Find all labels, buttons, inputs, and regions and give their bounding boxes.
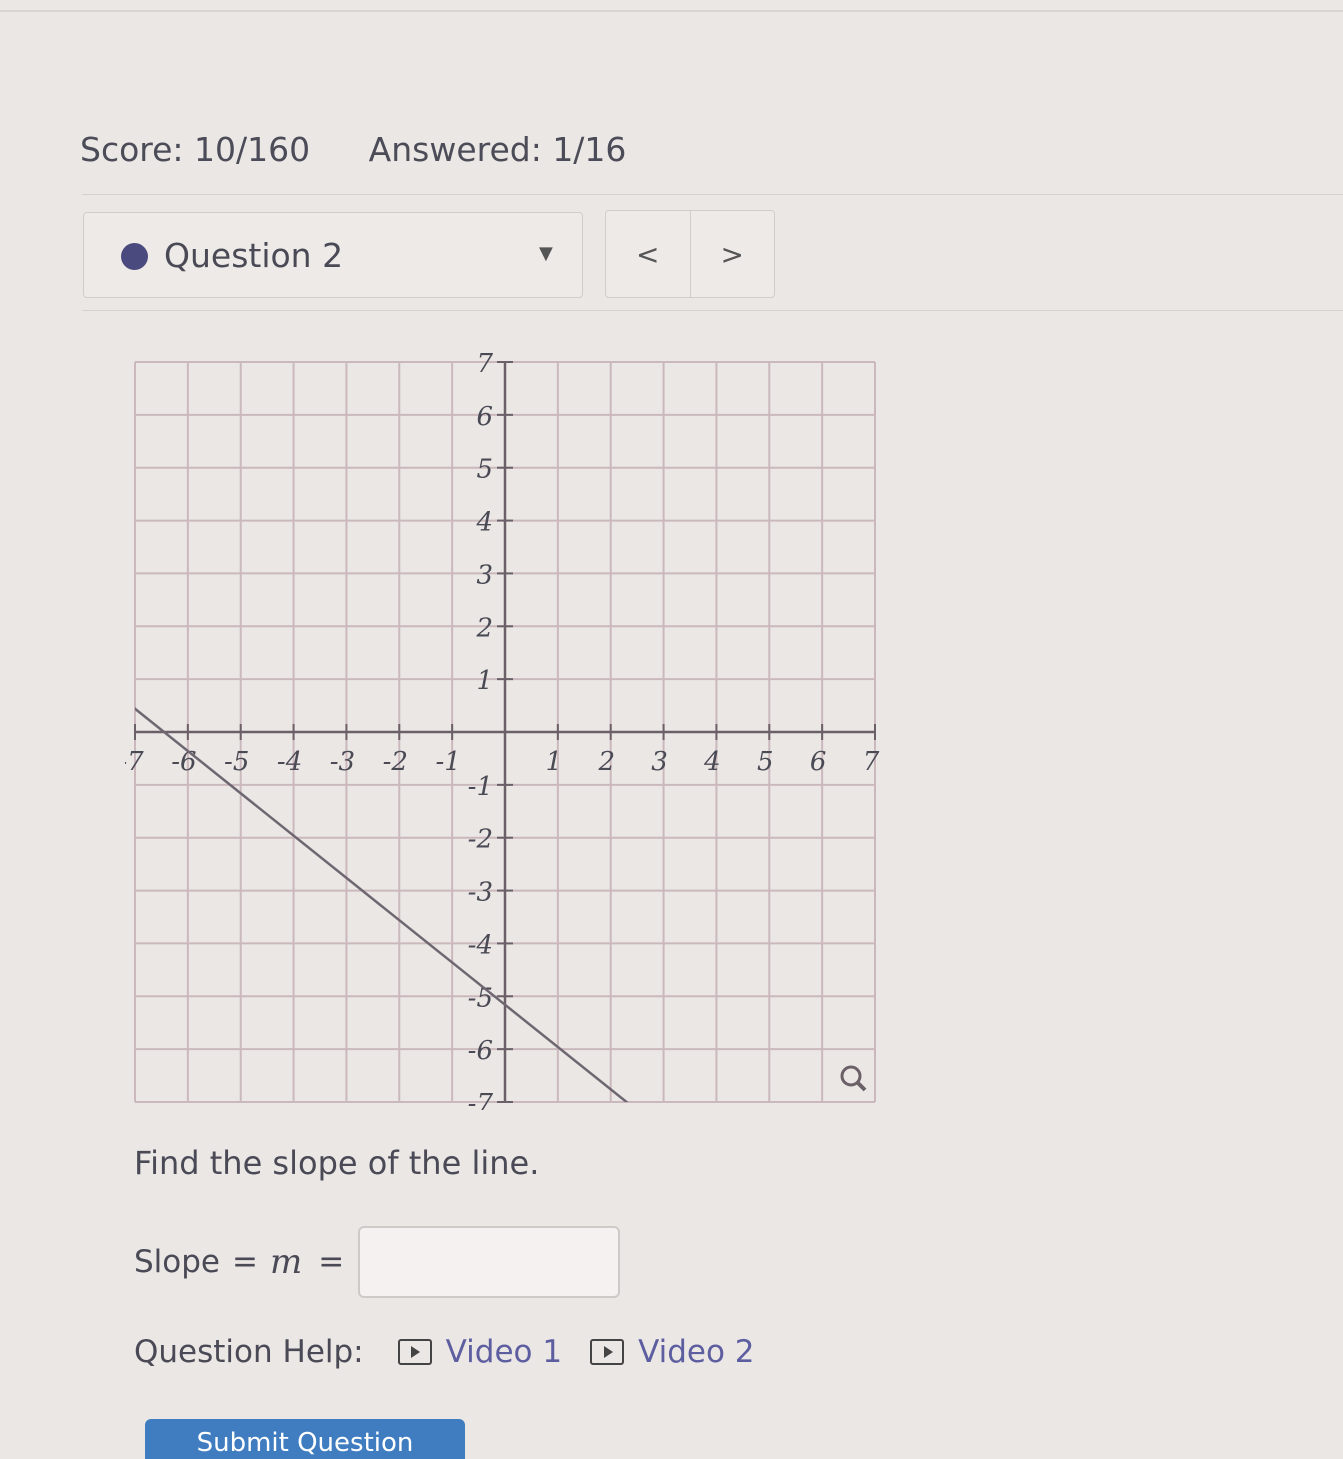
x-tick-label: 1 [546, 747, 563, 777]
y-tick-label: 4 [475, 508, 493, 538]
x-tick-label: -6 [171, 747, 196, 777]
answered-text: Answered: 1/16 [368, 130, 627, 169]
y-tick-label: 3 [476, 560, 493, 590]
y-tick-label: 5 [476, 455, 493, 485]
play-video-icon [397, 1339, 432, 1365]
x-tick-label: -1 [435, 747, 460, 777]
x-tick-label: -2 [383, 747, 408, 777]
x-tick-label: 4 [703, 747, 721, 777]
y-tick-label: -7 [468, 1089, 494, 1110]
slope-equals-sign-2: = [318, 1244, 345, 1280]
slope-answer-row: Slope = m = [134, 1226, 621, 1298]
header-divider [82, 194, 1343, 195]
x-tick-label: -3 [330, 747, 355, 777]
x-tick-label: 7 [863, 747, 880, 777]
magnify-icon[interactable] [840, 1065, 867, 1092]
play-video-icon [590, 1339, 625, 1365]
y-tick-label: 6 [476, 402, 493, 432]
video-2-link[interactable]: Video 2 [590, 1334, 755, 1370]
score-bar: Score: 10/160 Answered: 1/16 [80, 130, 674, 169]
question-help: Question Help: Video 1 Video 2 [134, 1334, 783, 1370]
slope-label: Slope [134, 1244, 221, 1280]
x-tick-label: -7 [125, 747, 144, 777]
slope-variable: m [270, 1242, 303, 1282]
y-tick-label: -5 [468, 983, 493, 1013]
dropdown-caret-icon: ▼ [539, 243, 553, 264]
slope-equals-sign: = [232, 1244, 258, 1280]
previous-question-button[interactable]: < [606, 211, 691, 297]
question-help-label: Question Help: [134, 1334, 364, 1370]
question-prompt: Find the slope of the line. [134, 1144, 540, 1182]
slope-input[interactable] [358, 1226, 621, 1298]
graph-svg: -7 -6 -5 -4 -3 -2 -1 1 2 3 4 5 6 7 7 6 5 4 3 2 1 -1 -2 -3 -4 -5 -6… [118, 349, 880, 1119]
y-tick-label: 7 [476, 350, 493, 379]
video-2-label: Video 2 [638, 1334, 755, 1370]
question-nav: < > [605, 210, 775, 298]
top-divider [0, 10, 1343, 12]
y-tick-label: -1 [468, 772, 493, 802]
video-1-label: Video 1 [445, 1334, 563, 1370]
y-tick-label: -6 [468, 1036, 493, 1066]
x-tick-label: -5 [224, 747, 249, 777]
y-tick-label: -4 [468, 930, 493, 960]
x-tick-label: 5 [757, 747, 774, 777]
x-tick-label: -4 [277, 747, 302, 777]
x-tick-label: 2 [597, 747, 615, 777]
y-tick-label: -3 [468, 878, 493, 908]
line-graph: -7 -6 -5 -4 -3 -2 -1 1 2 3 4 5 6 7 7 6 5 4 3 2 1 -1 -2 -3 -4 -5 -6… [118, 349, 885, 1119]
y-tick-label: 1 [476, 666, 493, 696]
next-question-button[interactable]: > [691, 211, 775, 297]
question-selector[interactable]: Question 2 ▼ [83, 212, 583, 298]
x-tick-label: 6 [810, 747, 827, 777]
x-tick-label: 3 [651, 747, 668, 777]
y-tick-label: 2 [475, 613, 493, 643]
question-status-dot [121, 243, 148, 270]
score-text: Score: 10/160 [80, 130, 311, 169]
submit-question-button[interactable]: Submit Question [145, 1419, 465, 1459]
y-tick-label: -2 [468, 825, 493, 855]
question-label: Question 2 [164, 236, 344, 275]
nav-divider [82, 310, 1343, 311]
video-1-link[interactable]: Video 1 [397, 1334, 563, 1370]
